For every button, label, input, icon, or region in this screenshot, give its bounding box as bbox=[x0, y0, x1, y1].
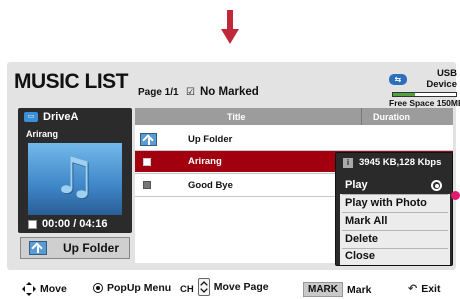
free-space-fill bbox=[393, 93, 416, 96]
music-note-icon: ♫ bbox=[52, 147, 97, 205]
drive-name: DriveA bbox=[43, 111, 79, 123]
usb-device-label: USB Device bbox=[426, 68, 457, 90]
key-popup-label: PopUp Menu bbox=[107, 282, 172, 294]
mark-checkbox[interactable] bbox=[143, 157, 151, 166]
key-move[interactable]: Move bbox=[22, 282, 67, 296]
list-item-label: Good Bye bbox=[188, 179, 233, 191]
key-move-page[interactable]: CH Move Page bbox=[180, 278, 269, 296]
key-exit-label: Exit bbox=[421, 282, 441, 295]
callout-marker bbox=[451, 191, 460, 200]
menu-item-label: Play bbox=[345, 179, 368, 191]
menu-item-play-with-photo[interactable]: Play with Photo bbox=[340, 195, 450, 212]
key-mark-label: Mark bbox=[347, 283, 372, 296]
drive-panel: ▭ DriveA Arirang ♫ 00:00 / 04:16 bbox=[18, 108, 132, 233]
page-indicator: Page 1/1 bbox=[138, 87, 179, 98]
free-space-label: Free Space 150MB bbox=[389, 98, 460, 108]
key-exit[interactable]: ↶ Exit bbox=[408, 282, 441, 296]
page-title: MUSIC LIST bbox=[14, 70, 129, 93]
menu-item-delete[interactable]: Delete bbox=[340, 231, 450, 248]
back-exit-icon: ↶ bbox=[408, 283, 418, 295]
marked-status: ☑ No Marked bbox=[186, 86, 259, 98]
up-folder-icon bbox=[140, 132, 157, 146]
checkbox-icon: ☑ bbox=[186, 86, 195, 98]
up-folder-icon bbox=[29, 241, 47, 255]
key-move-page-label: Move Page bbox=[213, 281, 269, 293]
marked-label: No Marked bbox=[199, 86, 259, 98]
stop-icon bbox=[28, 219, 37, 229]
album-art: ♫ bbox=[28, 143, 122, 215]
mark-checkbox[interactable] bbox=[143, 181, 151, 189]
list-item-label: Up Folder bbox=[188, 133, 233, 145]
ch-updown-icon bbox=[197, 278, 210, 296]
key-ch-label: CH bbox=[180, 283, 194, 295]
down-arrow-icon bbox=[221, 10, 239, 44]
usb-status: ⇆ USB Device Free Space 150MB bbox=[389, 68, 460, 108]
ok-button-icon bbox=[93, 283, 103, 293]
list-item-up-folder[interactable]: Up Folder bbox=[135, 128, 453, 150]
list-header: Title Duration bbox=[135, 108, 453, 125]
menu-item-label: Delete bbox=[345, 233, 379, 245]
now-playing-track: Arirang bbox=[26, 129, 59, 139]
radio-selected-icon bbox=[431, 180, 442, 191]
up-folder-button[interactable]: Up Folder bbox=[20, 237, 130, 259]
drive-icon: ▭ bbox=[24, 112, 38, 122]
key-popup-menu[interactable]: PopUp Menu bbox=[93, 282, 171, 294]
free-space-bar bbox=[392, 92, 457, 97]
file-info: 3945 KB,128 Kbps bbox=[359, 157, 442, 168]
column-title: Title bbox=[227, 112, 246, 122]
footer-key-guide: Move PopUp Menu CH Move Page MARK Mark ↶… bbox=[0, 276, 460, 298]
menu-item-close[interactable]: Close bbox=[340, 248, 450, 265]
mark-key-badge: MARK bbox=[303, 282, 343, 297]
playback-time: 00:00 / 04:16 bbox=[42, 218, 108, 230]
menu-item-mark-all[interactable]: Mark All bbox=[340, 213, 450, 230]
menu-item-label: Close bbox=[345, 250, 375, 262]
info-icon: i bbox=[343, 157, 353, 168]
usb-icon: ⇆ bbox=[389, 73, 407, 85]
popup-options: Play Play with Photo Mark All Delete Clo… bbox=[340, 177, 450, 265]
menu-item-label: Play with Photo bbox=[345, 197, 427, 209]
list-item-label: Arirang bbox=[188, 156, 222, 167]
column-duration: Duration bbox=[373, 112, 410, 122]
key-mark[interactable]: MARK Mark bbox=[303, 282, 372, 297]
up-folder-label: Up Folder bbox=[63, 241, 119, 255]
four-way-arrow-icon bbox=[22, 282, 36, 296]
key-move-label: Move bbox=[40, 283, 67, 295]
popup-menu: i 3945 KB,128 Kbps Play Play with Photo … bbox=[335, 152, 453, 266]
menu-item-play[interactable]: Play bbox=[340, 177, 450, 194]
column-divider bbox=[361, 108, 362, 125]
menu-item-label: Mark All bbox=[345, 215, 388, 227]
